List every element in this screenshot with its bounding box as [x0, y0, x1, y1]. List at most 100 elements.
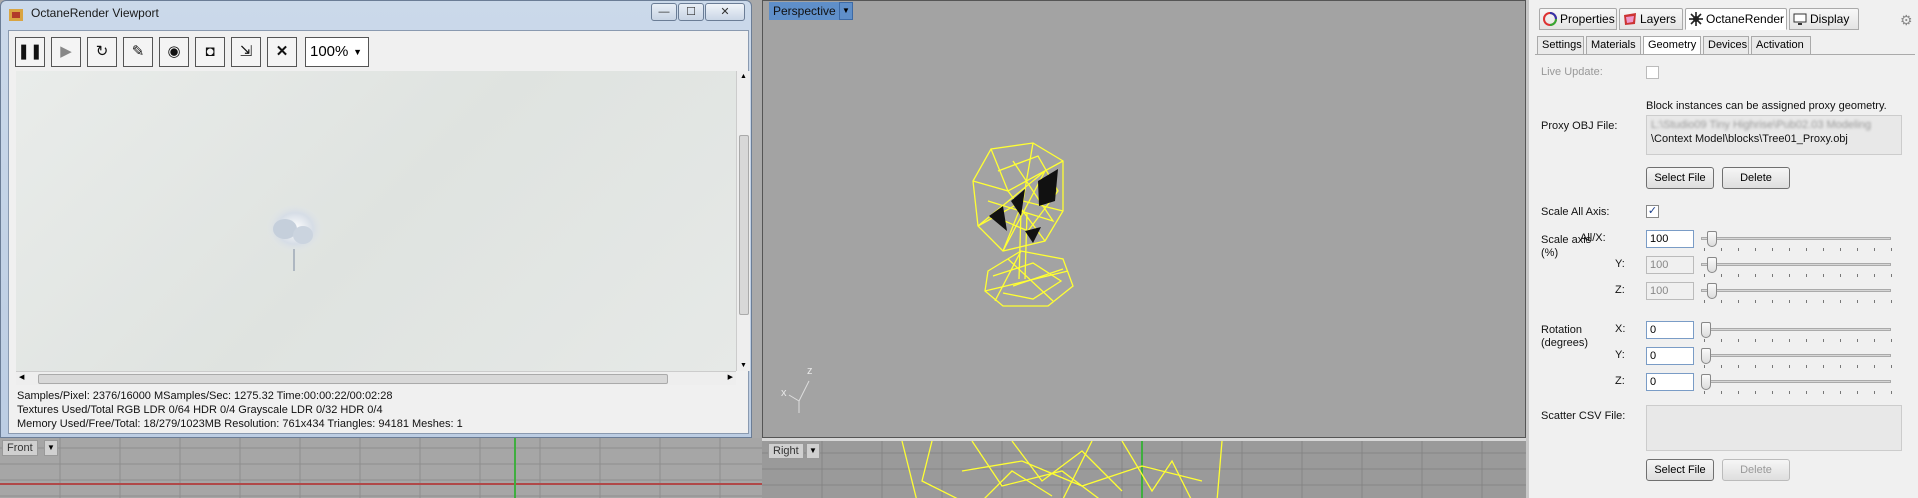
properties-icon [1543, 12, 1557, 26]
rotation-axis-label: Y: [1615, 349, 1625, 361]
scale-slider-ticks [1704, 248, 1892, 251]
front-viewport[interactable]: Front ▼ [0, 438, 762, 498]
rotation-slider-track[interactable] [1701, 328, 1891, 331]
perspective-viewport[interactable]: x z [762, 0, 1526, 438]
tab-octanerender[interactable]: OctaneRender [1685, 8, 1787, 30]
octane-render-window: OctaneRender Viewport — ☐ ✕ ❚❚ ▶ ↻ ✎ ◉ ◘… [0, 0, 752, 438]
rotation-value-input[interactable]: 0 [1646, 373, 1694, 391]
tab-layers-label: Layers [1640, 12, 1677, 26]
scale-slider-thumb[interactable] [1706, 283, 1717, 299]
rotation-slider-track[interactable] [1701, 354, 1891, 357]
rotation-slider-thumb[interactable] [1701, 322, 1711, 338]
scale-slider-track[interactable] [1701, 263, 1891, 266]
properties-panel: Properties Layers OctaneRender Display ⚙… [1526, 0, 1918, 498]
rotation-slider-thumb[interactable] [1701, 374, 1711, 390]
axis-z-label: z [807, 365, 813, 377]
restart-button[interactable]: ↻ [87, 37, 117, 67]
camera-button[interactable]: ◉ [159, 37, 189, 67]
scale-axis-label: Z: [1615, 284, 1625, 296]
horizontal-scrollbar[interactable]: ◀ ▶ [16, 371, 736, 385]
rotation-value-input[interactable]: 0 [1646, 347, 1694, 365]
tree-wireframe [788, 142, 1074, 413]
rotation-value-input[interactable]: 0 [1646, 321, 1694, 339]
perspective-dropdown-icon[interactable]: ▼ [839, 2, 853, 20]
octane-client-area: ❚❚ ▶ ↻ ✎ ◉ ◘ ⇲ ✕ 100% ▼ ▲ ▼ ◀ ▶ Samples/… [8, 30, 750, 434]
proxy-obj-path-field[interactable]: L:\Studio09 Tiny Highrise\Pub02.03 Model… [1646, 115, 1902, 155]
close-button[interactable]: ✕ [705, 3, 745, 21]
proxy-select-file-button[interactable]: Select File [1646, 167, 1714, 189]
zoom-value: 100% [310, 43, 349, 60]
window-title: OctaneRender Viewport [31, 6, 159, 20]
perspective-viewport-tab[interactable]: Perspective [769, 2, 840, 20]
axis-x-label: x [781, 387, 787, 399]
front-viewport-tab[interactable]: Front [2, 440, 38, 456]
front-grid [0, 438, 762, 498]
rotation-slider-thumb[interactable] [1701, 348, 1711, 364]
scale-slider-ticks [1704, 274, 1892, 277]
stop-button[interactable]: ✕ [267, 37, 297, 67]
chevron-down-icon: ▼ [353, 47, 362, 57]
live-update-label: Live Update: [1541, 66, 1603, 78]
scale-axis-unit: (%) [1541, 247, 1559, 259]
vertical-scrollbar[interactable]: ▲ ▼ [736, 71, 750, 371]
scale-slider-ticks [1704, 300, 1892, 303]
maximize-button[interactable]: ☐ [678, 3, 704, 21]
pause-button[interactable]: ❚❚ [15, 37, 45, 67]
snapshot-button[interactable]: ◘ [195, 37, 225, 67]
proxy-path-line-1: L:\Studio09 Tiny Highrise\Pub02.03 Model… [1651, 119, 1872, 131]
scale-value-input[interactable]: 100 [1646, 256, 1694, 274]
scatter-csv-label: Scatter CSV File: [1541, 410, 1626, 422]
rotation-slider-ticks [1704, 339, 1892, 342]
scatter-select-file-button[interactable]: Select File [1646, 459, 1714, 481]
rotation-unit: (degrees) [1541, 337, 1589, 349]
right-viewport[interactable]: Right ▼ [762, 438, 1526, 498]
live-update-checkbox[interactable] [1646, 66, 1659, 79]
minimize-button[interactable]: — [651, 3, 677, 21]
rotation-axis-label: X: [1615, 323, 1626, 335]
display-icon [1793, 13, 1807, 25]
right-viewport-tab[interactable]: Right [768, 443, 804, 459]
scatter-delete-button[interactable]: Delete [1722, 459, 1790, 481]
rotation-label: Rotation [1541, 324, 1582, 336]
scale-slider-thumb[interactable] [1706, 257, 1717, 273]
subtab-devices[interactable]: Devices [1703, 36, 1749, 55]
scatter-csv-field[interactable] [1646, 405, 1902, 451]
scale-value-input[interactable]: 100 [1646, 282, 1694, 300]
scale-all-axis-label: Scale All Axis: [1541, 206, 1610, 218]
right-viewport-dropdown-icon[interactable]: ▼ [806, 443, 820, 459]
tab-display[interactable]: Display [1789, 8, 1859, 30]
tab-divider [1535, 54, 1915, 55]
zoom-select[interactable]: 100% ▼ [305, 37, 369, 67]
tab-properties[interactable]: Properties [1539, 8, 1617, 30]
proxy-hint-text: Block instances can be assigned proxy ge… [1646, 100, 1887, 112]
tab-properties-label: Properties [1560, 12, 1615, 26]
render-preview[interactable] [16, 71, 736, 371]
scale-slider-track[interactable] [1701, 289, 1891, 292]
right-viewport-grid [762, 441, 1526, 498]
focus-picker-button[interactable]: ✎ [123, 37, 153, 67]
scale-slider-track[interactable] [1701, 237, 1891, 240]
scale-value-input[interactable]: 100 [1646, 230, 1694, 248]
layers-icon [1624, 13, 1636, 25]
subtab-materials[interactable]: Materials [1586, 36, 1641, 55]
scale-all-axis-checkbox[interactable]: ✓ [1646, 205, 1659, 218]
export-button[interactable]: ⇲ [231, 37, 261, 67]
subtab-activation[interactable]: Activation [1751, 36, 1811, 55]
gear-icon[interactable]: ⚙ [1900, 12, 1913, 29]
tab-layers[interactable]: Layers [1619, 8, 1683, 30]
tab-display-label: Display [1810, 12, 1850, 26]
proxy-delete-button[interactable]: Delete [1722, 167, 1790, 189]
play-button[interactable]: ▶ [51, 37, 81, 67]
front-viewport-dropdown-icon[interactable]: ▼ [44, 440, 58, 456]
scale-axis-label: Y: [1615, 258, 1625, 270]
rotation-slider-track[interactable] [1701, 380, 1891, 383]
octane-icon [1689, 12, 1703, 26]
octane-logo-icon [9, 9, 23, 21]
render-stats-line-2: Textures Used/Total RGB LDR 0/64 HDR 0/4… [17, 404, 383, 416]
subtab-geometry[interactable]: Geometry [1643, 36, 1701, 55]
scale-slider-thumb[interactable] [1706, 231, 1717, 247]
rotation-slider-ticks [1704, 391, 1892, 394]
rotation-slider-ticks [1704, 365, 1892, 368]
tab-octanerender-label: OctaneRender [1706, 12, 1785, 26]
subtab-settings[interactable]: Settings [1537, 36, 1584, 55]
